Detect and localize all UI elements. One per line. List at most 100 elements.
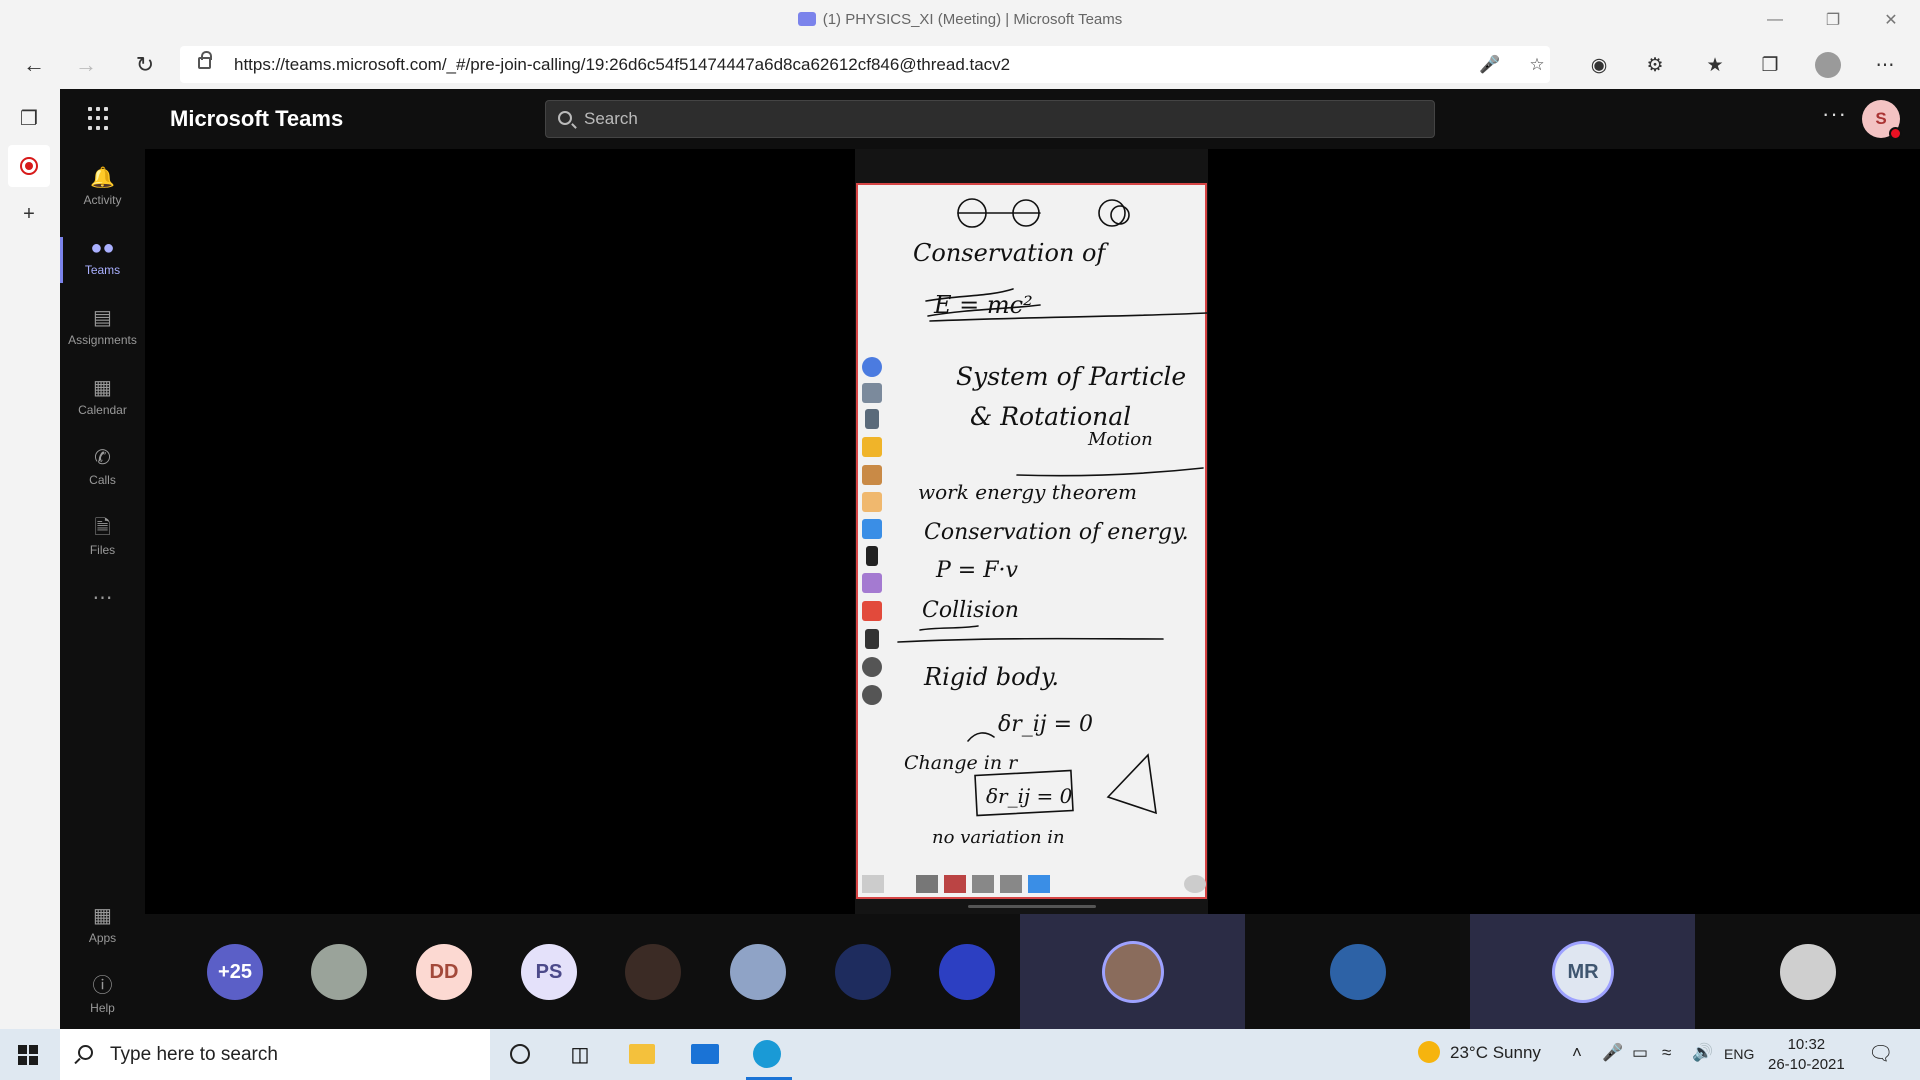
profile-icon[interactable] <box>1813 50 1843 80</box>
rail-item-calendar[interactable]: ▦ Calendar <box>60 369 145 431</box>
search-input[interactable] <box>584 105 1404 133</box>
new-tab-icon[interactable]: + <box>14 199 44 229</box>
rail-item-apps[interactable]: ▦ Apps <box>60 897 145 959</box>
screenshot-tool-icon[interactable] <box>862 383 882 403</box>
rail-item-assignments[interactable]: ▤ Assignments <box>60 299 145 361</box>
forward-button[interactable]: → <box>69 48 103 82</box>
language-indicator[interactable]: ENG <box>1724 1046 1754 1062</box>
pen-tool-icon[interactable] <box>866 546 878 566</box>
user-initial: S <box>1875 109 1887 128</box>
rail-item-calls[interactable]: ✆ Calls <box>60 439 145 501</box>
mail-icon[interactable] <box>690 1039 720 1069</box>
hand-tool-icon[interactable] <box>862 492 882 512</box>
next-page-icon[interactable] <box>1000 875 1022 893</box>
rail-item-teams[interactable]: ●● Teams <box>60 229 145 291</box>
participant-avatar[interactable] <box>939 944 995 1000</box>
home-indicator <box>968 905 1096 908</box>
profile-extension-icon[interactable]: ◉ <box>1584 50 1614 80</box>
participant-avatar[interactable] <box>730 944 786 1000</box>
window-title: (1) PHYSICS_XI (Meeting) | Microsoft Tea… <box>0 11 1920 28</box>
url-text[interactable]: https://teams.microsoft.com/_#/pre-join-… <box>234 55 1010 75</box>
board-line-3: System of Particle <box>956 362 1186 391</box>
extensions-icon[interactable]: ⚙ <box>1640 50 1670 80</box>
participant-avatar[interactable] <box>1330 944 1386 1000</box>
board-line-5: Motion <box>1087 429 1153 450</box>
move-tool-icon[interactable] <box>865 409 879 429</box>
close-window-button[interactable]: ✕ <box>1868 4 1914 36</box>
back-button[interactable]: ← <box>17 48 51 82</box>
favorites-icon[interactable]: ★ <box>1700 50 1730 80</box>
app-launcher-icon[interactable] <box>88 107 112 131</box>
search-box[interactable] <box>545 100 1435 138</box>
calendar-icon: ▦ <box>93 377 112 399</box>
undo-tool-icon[interactable] <box>862 657 882 677</box>
apps-icon: ▦ <box>93 905 112 927</box>
rail-more-apps[interactable]: ⋯ <box>60 579 145 613</box>
select-tool-icon[interactable] <box>862 519 882 539</box>
minimize-button[interactable]: — <box>1752 4 1798 36</box>
board-line-4: & Rotational <box>970 402 1131 431</box>
participant-avatar[interactable]: MR <box>1555 944 1611 1000</box>
add-page-icon[interactable] <box>1028 875 1050 893</box>
tab-actions-icon[interactable]: ❐ <box>14 103 44 133</box>
eraser-tool-icon[interactable] <box>862 573 882 593</box>
microphone-icon[interactable]: 🎤 <box>1477 52 1503 78</box>
restore-button[interactable]: ❐ <box>1810 4 1856 36</box>
participant-avatar[interactable] <box>311 944 367 1000</box>
participant-avatar[interactable] <box>1105 944 1161 1000</box>
task-view-icon[interactable]: ◫ <box>565 1039 595 1069</box>
add-favorite-icon[interactable]: ☆ <box>1524 52 1550 78</box>
taskbar-search[interactable]: Type here to search <box>60 1029 490 1080</box>
participants-strip: +25 DD PS MR <box>145 914 1920 1029</box>
chart-tool-icon[interactable] <box>944 875 966 893</box>
text-tool-icon[interactable] <box>865 629 879 649</box>
rail-item-activity[interactable]: 🔔 Activity <box>60 159 145 221</box>
app-name: Microsoft Teams <box>170 106 344 131</box>
participant-avatar[interactable] <box>625 944 681 1000</box>
more-options-button[interactable]: ··· <box>1822 101 1847 127</box>
redo-tool-icon[interactable] <box>862 685 882 705</box>
participants-tool-icon[interactable] <box>862 357 882 377</box>
weather-text[interactable]: 23°C Sunny <box>1450 1043 1541 1063</box>
image-tool-icon[interactable] <box>862 875 884 893</box>
recording-tab-button[interactable] <box>8 145 50 187</box>
bell-icon: 🔔 <box>90 167 115 189</box>
prev-page-icon[interactable] <box>972 875 994 893</box>
lock-icon <box>198 51 212 69</box>
color-tool-icon[interactable] <box>862 601 882 621</box>
start-button[interactable] <box>18 1045 38 1065</box>
address-bar[interactable]: https://teams.microsoft.com/_#/pre-join-… <box>180 46 1550 83</box>
browser-toolbar: ← → ↻ https://teams.microsoft.com/_#/pre… <box>0 40 1920 89</box>
settings-more-icon[interactable]: ⋯ <box>1870 50 1900 80</box>
overflow-participants-button[interactable]: +25 <box>207 944 263 1000</box>
participant-avatar[interactable]: DD <box>416 944 472 1000</box>
pan-tool-icon[interactable] <box>916 875 938 893</box>
notifications-icon[interactable]: 🗨 <box>1868 1041 1893 1066</box>
volume-icon[interactable]: 🔊 <box>1692 1043 1713 1063</box>
teams-logo-icon <box>797 12 816 26</box>
show-hidden-icons[interactable]: ˄ <box>1572 1043 1582 1063</box>
shapes-tool-icon[interactable] <box>862 465 882 485</box>
refresh-button[interactable]: ↻ <box>128 48 162 82</box>
weather-icon[interactable] <box>1418 1041 1440 1068</box>
network-icon[interactable]: ≈ <box>1662 1043 1671 1063</box>
battery-icon[interactable]: ▭ <box>1632 1043 1648 1063</box>
participant-avatar[interactable] <box>835 944 891 1000</box>
file-icon: 🗎 <box>94 517 111 539</box>
file-explorer-icon[interactable] <box>627 1039 657 1069</box>
settings-tool-icon[interactable] <box>1184 875 1206 893</box>
folder-tool-icon[interactable] <box>862 437 882 457</box>
mic-tray-icon[interactable]: 🎤 <box>1602 1043 1623 1063</box>
participant-avatar[interactable] <box>1780 944 1836 1000</box>
rail-item-files[interactable]: 🗎 Files <box>60 509 145 571</box>
board-line-8: P = F·v <box>935 558 1018 583</box>
collections-icon[interactable]: ❐ <box>1755 50 1785 80</box>
taskbar-clock[interactable]: 10:32 26-10-2021 <box>1768 1035 1845 1075</box>
edge-icon[interactable] <box>752 1039 782 1069</box>
participant-avatar[interactable]: PS <box>521 944 577 1000</box>
user-avatar[interactable]: S <box>1862 100 1902 140</box>
rail-item-help[interactable]: ⓘ Help <box>60 967 145 1029</box>
cortana-icon[interactable] <box>505 1039 535 1069</box>
assignments-icon: ▤ <box>93 307 112 329</box>
search-icon <box>558 111 572 125</box>
